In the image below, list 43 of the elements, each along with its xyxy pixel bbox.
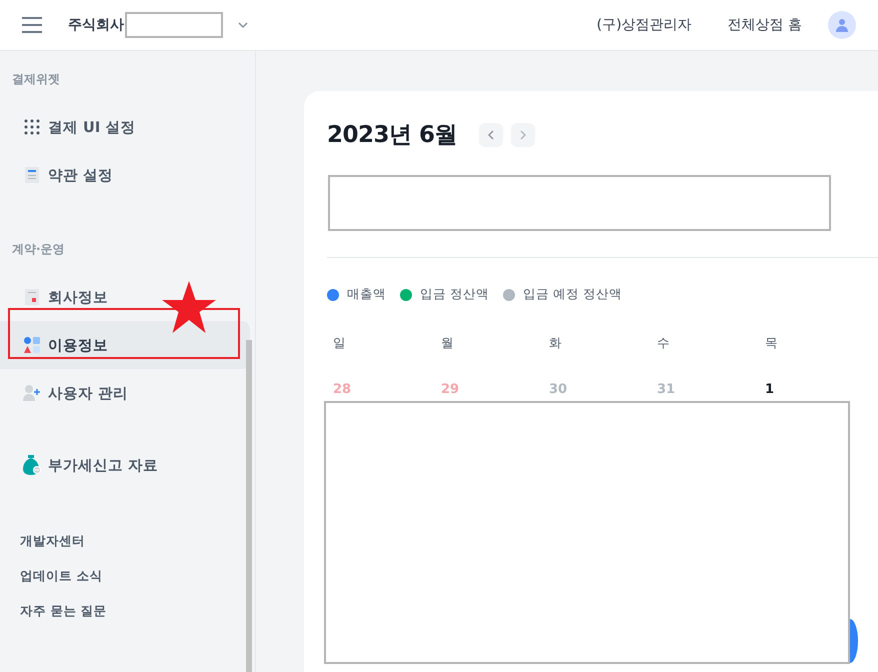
avatar-icon[interactable]: [828, 11, 856, 39]
footer-link[interactable]: 자주 묻는 질문: [20, 603, 107, 620]
date-number: 28: [332, 382, 352, 397]
weekday-label: 수: [656, 335, 671, 352]
chevron-right-icon: [518, 130, 528, 140]
grid-icon: [24, 119, 40, 135]
money-bag-icon: [23, 455, 41, 475]
date-number: 1: [764, 382, 776, 397]
sidebar-item[interactable]: 약관 설정: [0, 151, 250, 199]
legend-label: 매출액: [347, 286, 386, 303]
chevron-left-icon: [486, 130, 496, 140]
weekday-label: 일: [332, 335, 347, 352]
admin-label: (구)상점관리자: [596, 16, 692, 34]
sidebar-item[interactable]: 회사정보: [0, 273, 250, 321]
scrollbar[interactable]: [246, 340, 252, 672]
sidebar-item[interactable]: 사용자 관리: [0, 369, 250, 417]
floating-button[interactable]: [850, 619, 858, 663]
user-add-icon: [23, 385, 41, 401]
document-icon: [25, 289, 39, 305]
menu-icon[interactable]: [22, 16, 42, 34]
document-icon: [25, 167, 39, 183]
next-button[interactable]: [511, 122, 536, 146]
weekday-label: 화: [548, 335, 563, 352]
shapes-icon: [24, 337, 40, 353]
sidebar-item[interactable]: 결제 UI 설정: [0, 103, 250, 151]
footer-link[interactable]: 개발자센터: [20, 533, 85, 550]
date-number: 29: [440, 382, 460, 397]
weekday-label: 목: [764, 335, 779, 352]
weekday-label: 월: [440, 335, 455, 352]
footer-link[interactable]: 업데이트 소식: [20, 568, 102, 585]
date-number: 31: [656, 382, 676, 397]
legend-label: 입금 정산액: [420, 286, 489, 303]
month-title: 2023년 6월: [327, 121, 458, 150]
previous-button[interactable]: [479, 122, 504, 146]
section-label: 계약·운영: [11, 241, 66, 258]
legend-label: 입금 예정 정산액: [522, 286, 622, 303]
section-label: 결제위젯: [11, 71, 61, 88]
sidebar-item[interactable]: 이용정보: [0, 321, 250, 369]
date-number: 30: [548, 382, 568, 397]
star-icon: [162, 281, 216, 333]
company-name: 주식회사: [68, 16, 124, 34]
sidebar-item[interactable]: 부가세신고 자료: [0, 441, 250, 489]
home-link[interactable]: 전체상점 홈: [728, 16, 802, 34]
